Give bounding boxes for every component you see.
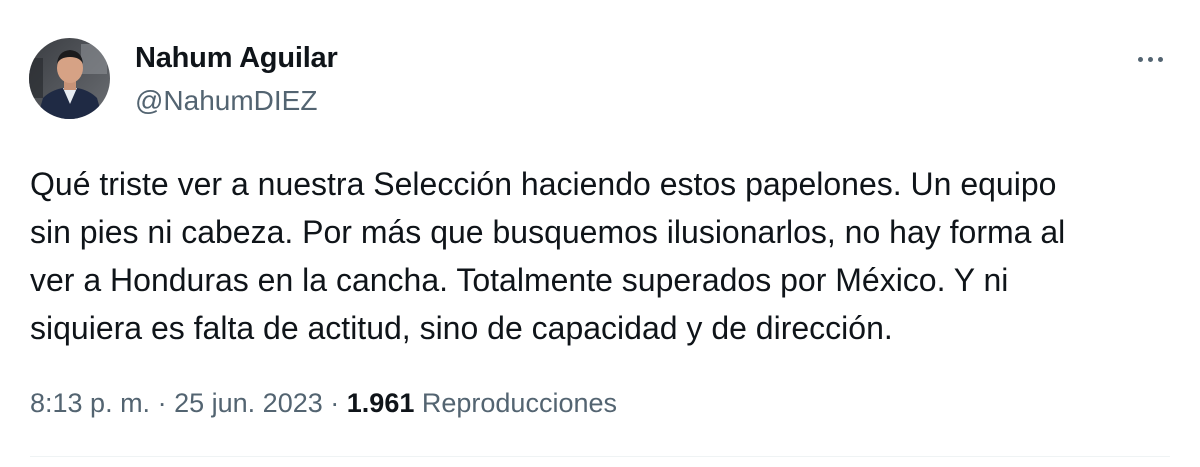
more-horizontal-icon-dot [1157, 56, 1163, 62]
tweet-text-line: sin pies ni cabeza. Por más que busquemo… [30, 214, 1066, 250]
tweet-text-line: ver a Honduras en la cancha. Totalmente … [30, 262, 1009, 298]
tweet-text: Qué triste ver a nuestra Selección hacie… [30, 160, 1170, 352]
more-options-button[interactable] [1128, 44, 1172, 74]
tweet-card: Nahum Aguilar @NahumDIEZ Qué triste ver … [0, 0, 1200, 467]
tweet-timestamp-link[interactable]: 8:13 p. m. · 25 jun. 2023 [30, 388, 323, 418]
author-handle[interactable]: @NahumDIEZ [135, 84, 317, 118]
tweet-text-line: siquiera es falta de actitud, sino de ca… [30, 310, 893, 346]
meta-separator: · [157, 388, 167, 418]
avatar-image [29, 38, 110, 119]
meta-separator: · [330, 388, 340, 418]
author-display-name[interactable]: Nahum Aguilar [135, 40, 338, 76]
tweet-date: 25 jun. 2023 [174, 388, 323, 418]
views-count: 1.961 [346, 388, 415, 418]
more-horizontal-icon-dot [1147, 56, 1153, 62]
views-label: Reproducciones [421, 388, 617, 418]
views-link[interactable]: 1.961 Reproducciones [347, 388, 617, 418]
tweet-metadata: 8:13 p. m. · 25 jun. 2023 · 1.961 Reprod… [30, 383, 617, 423]
tweet-text-line: Qué triste ver a nuestra Selección hacie… [30, 166, 1057, 202]
divider [30, 456, 1170, 457]
avatar[interactable] [29, 38, 110, 119]
tweet-time: 8:13 p. m. [30, 388, 151, 418]
more-horizontal-icon [1137, 56, 1143, 62]
